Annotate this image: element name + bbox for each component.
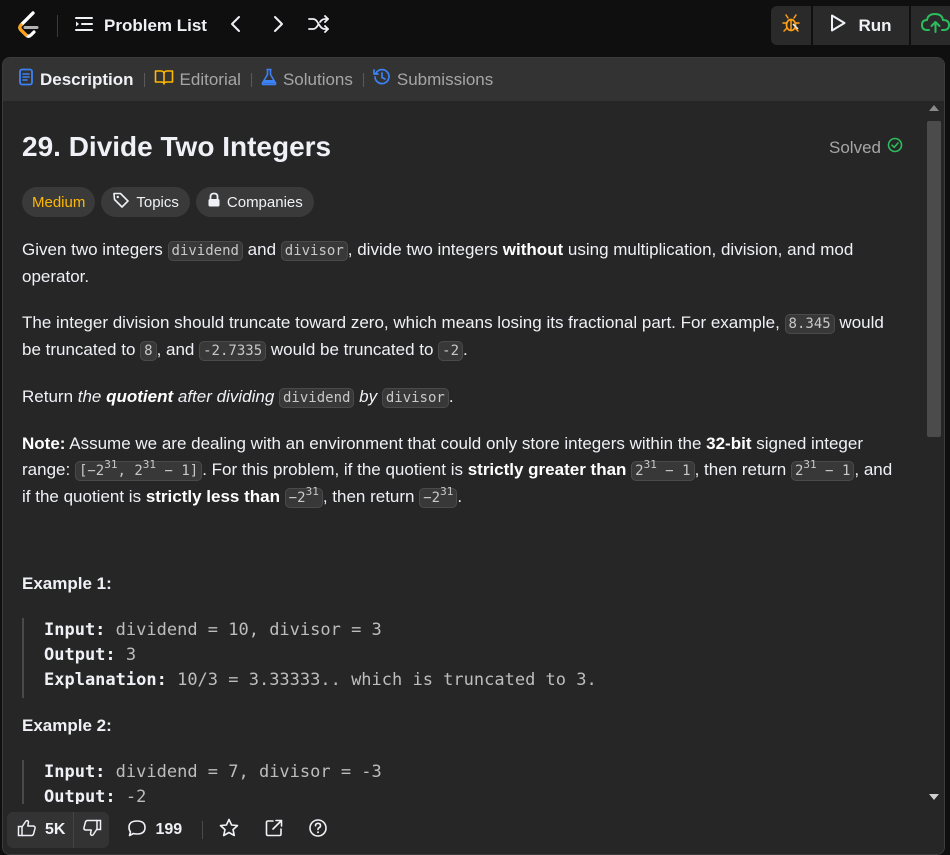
chevron-left-icon [230,15,242,38]
bottom-divider [202,821,204,839]
content-scrollbar[interactable] [924,101,944,804]
inline-code: -2.7335 [199,341,267,361]
vote-group: 5K [7,812,110,848]
top-nav: Problem List Run [0,0,950,52]
problem-description: Given two integers dividend and divisor,… [22,237,902,531]
inline-code: divisor [381,388,449,408]
comments-button[interactable]: 199 [127,819,182,842]
example-heading: Example 1: [22,574,112,593]
scroll-up-arrow[interactable] [929,105,939,111]
thumbs-down-icon [82,819,102,842]
next-problem-button[interactable] [266,14,290,38]
tab-solutions-label: Solutions [282,69,353,89]
description-panel: Description Editorial Solutions Submissi… [2,57,945,855]
problem-title: 29. Divide Two Integers [22,131,332,162]
companies-label: Companies [226,193,303,211]
question-circle-icon [308,818,328,843]
tab-editorial[interactable]: Editorial [154,58,241,101]
inline-code: 8 [140,341,157,361]
comment-icon [127,819,147,842]
example-output: -2 [125,787,147,804]
example-output: 3 [125,645,137,665]
example-heading: Example 2: [22,716,112,735]
companies-button[interactable]: Companies [195,187,314,217]
tab-description[interactable]: Description [18,58,134,101]
scroll-down-arrow[interactable] [929,794,939,800]
problem-tags: Medium Topics Companies [22,187,314,217]
history-icon [373,68,391,91]
topics-button[interactable]: Topics [101,187,190,217]
inline-code: [−231, 231 − 1] [74,459,203,481]
bug-icon [781,13,801,38]
prev-problem-button[interactable] [224,14,248,38]
check-circle-icon [887,137,903,158]
example-input: dividend = 7, divisor = -3 [115,762,382,782]
scroll-thumb[interactable] [927,121,941,437]
run-button[interactable]: Run [813,6,909,45]
book-icon [154,69,174,90]
debug-button[interactable] [771,6,811,45]
inline-code: −231 [419,486,458,508]
description-paragraph: The integer division should truncate tow… [22,313,884,361]
external-link-icon [264,818,284,843]
share-button[interactable] [262,818,286,842]
bottom-action-bar: 5K 199 [3,804,944,854]
inline-code: 231 − 1 [790,459,855,481]
thumbs-up-icon [17,819,37,842]
list-icon [74,15,94,38]
difficulty-badge: Medium [22,187,96,217]
example-block: Input: dividend = 10, divisor = 3 Output… [22,618,597,698]
problem-content: 29. Divide Two Integers Solved Medium To… [3,101,923,804]
shuffle-icon [308,14,330,38]
description-icon [18,68,34,91]
cloud-upload-icon [920,12,950,39]
inline-code: 8.345 [784,314,835,334]
tab-submissions-label: Submissions [396,69,494,89]
description-paragraph: Given two integers dividend and divisor,… [22,240,854,286]
run-label: Run [858,15,892,35]
tab-divider [362,72,364,87]
nav-divider [57,15,58,37]
solved-status: Solved [829,137,903,158]
tab-description-label: Description [40,69,134,89]
example-block: Input: dividend = 7, divisor = -3 Output… [22,760,382,804]
run-toolbar: Run [771,6,950,45]
dislike-button[interactable] [73,812,109,848]
submit-button[interactable] [911,6,950,45]
tab-editorial-label: Editorial [179,69,241,89]
inline-code: dividend [167,241,243,261]
topics-label: Topics [136,193,179,211]
inline-code: dividend [279,388,355,408]
favorite-button[interactable] [217,818,241,842]
problem-list-button[interactable]: Problem List [74,12,207,40]
chevron-right-icon [272,15,284,38]
tag-icon [112,191,130,213]
lock-icon [207,192,221,212]
help-button[interactable] [306,818,330,842]
star-icon [219,818,239,843]
tab-solutions[interactable]: Solutions [261,58,353,101]
like-count: 5K [45,821,66,838]
solved-label: Solved [829,137,881,157]
flask-icon [261,68,277,91]
tab-divider [143,72,145,87]
inline-code: divisor [280,241,348,261]
problem-list-label: Problem List [104,16,207,35]
tab-submissions[interactable]: Submissions [373,58,493,101]
inline-code: -2 [438,341,464,361]
play-icon [830,14,846,37]
random-problem-button[interactable] [307,14,331,38]
inline-code: −231 [284,486,323,508]
inline-code: 231 − 1 [631,459,695,481]
description-paragraph: Return the quotient after dividing divid… [22,387,454,408]
note-paragraph: Note: Assume we are dealing with an envi… [22,434,893,508]
example-explanation: 10/3 = 3.33333.. which is truncated to 3… [177,670,597,690]
tab-divider [250,72,252,87]
panel-tab-bar: Description Editorial Solutions Submissi… [3,58,944,101]
like-button[interactable]: 5K [7,819,73,842]
comment-count: 199 [155,821,183,838]
example-input: dividend = 10, divisor = 3 [115,620,382,640]
leetcode-logo[interactable] [14,10,44,42]
